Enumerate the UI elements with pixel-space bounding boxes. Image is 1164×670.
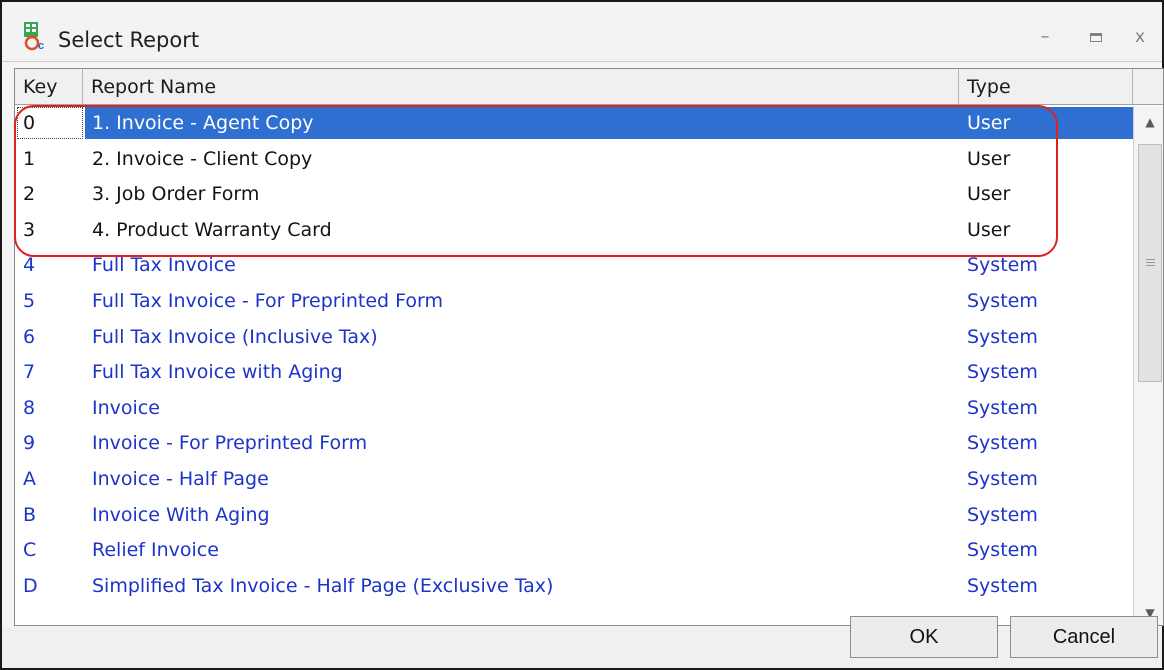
- row-key: 4: [23, 254, 36, 277]
- row-key: 6: [23, 325, 36, 348]
- row-report-name: 1. Invoice - Agent Copy: [92, 112, 314, 134]
- row-report-name: Full Tax Invoice: [92, 254, 236, 277]
- row-type: System: [967, 467, 1038, 490]
- close-button[interactable]: x: [1129, 26, 1151, 48]
- row-key: 0: [23, 112, 36, 134]
- row-key: 5: [23, 289, 36, 312]
- row-type: System: [967, 432, 1038, 455]
- row-key: 7: [23, 361, 36, 384]
- row-report-name: 4. Product Warranty Card: [92, 218, 332, 241]
- row-type: System: [967, 503, 1038, 526]
- row-report-name: Simplified Tax Invoice - Half Page (Excl…: [92, 574, 554, 597]
- row-key: 8: [23, 396, 36, 419]
- row-key: 2: [23, 183, 36, 206]
- row-key: 1: [23, 147, 36, 170]
- row-key: 3: [23, 218, 36, 241]
- table-row[interactable]: A Invoice - Half Page System: [15, 462, 1133, 498]
- table-row[interactable]: 8 Invoice System: [15, 391, 1133, 427]
- table-row[interactable]: 9 Invoice - For Preprinted Form System: [15, 426, 1133, 462]
- table-row[interactable]: 7 Full Tax Invoice with Aging System: [15, 355, 1133, 391]
- row-report-name: Invoice With Aging: [92, 503, 270, 526]
- row-type: System: [967, 539, 1038, 562]
- table-row[interactable]: C Relief Invoice System: [15, 533, 1133, 569]
- table-row[interactable]: D Simplified Tax Invoice - Half Page (Ex…: [15, 569, 1133, 605]
- row-key: C: [23, 539, 37, 562]
- row-type: User: [967, 218, 1011, 241]
- table-row[interactable]: 3 4. Product Warranty Card User: [15, 213, 1133, 249]
- row-key: 9: [23, 432, 36, 455]
- table-header: Key Report Name Type: [15, 69, 1163, 105]
- row-key: D: [23, 574, 38, 597]
- row-key: A: [23, 467, 36, 490]
- row-type: System: [967, 289, 1038, 312]
- row-type: System: [967, 574, 1038, 597]
- ok-button[interactable]: OK: [850, 616, 998, 658]
- column-header-report-name[interactable]: Report Name: [83, 69, 959, 104]
- title-bar: c Select Report – x: [2, 2, 1162, 62]
- row-type: User: [967, 147, 1011, 170]
- row-type: System: [967, 325, 1038, 348]
- row-report-name: Invoice - Half Page: [92, 467, 269, 490]
- row-type: System: [967, 254, 1038, 277]
- row-report-name: Invoice - For Preprinted Form: [92, 432, 368, 455]
- row-report-name: Full Tax Invoice - For Preprinted Form: [92, 289, 444, 312]
- select-report-dialog: c Select Report – x Key Report Name Type…: [0, 0, 1164, 670]
- svg-text:c: c: [38, 40, 44, 51]
- row-report-name: Invoice: [92, 396, 160, 419]
- row-report-name: Full Tax Invoice (Inclusive Tax): [92, 325, 378, 348]
- row-report-name: Full Tax Invoice with Aging: [92, 361, 343, 384]
- table-row[interactable]: 4 Full Tax Invoice System: [15, 248, 1133, 284]
- row-type: User: [967, 112, 1011, 134]
- window-title: Select Report: [58, 28, 200, 52]
- row-type: System: [967, 396, 1038, 419]
- table-body: 0 1. Invoice - Agent Copy User 1 2. Invo…: [15, 106, 1133, 604]
- table-row[interactable]: 5 Full Tax Invoice - For Preprinted Form…: [15, 284, 1133, 320]
- column-header-key[interactable]: Key: [15, 69, 83, 104]
- table-row[interactable]: 0 1. Invoice - Agent Copy User: [15, 106, 1133, 142]
- header-corner: [1133, 69, 1163, 104]
- table-row[interactable]: 1 2. Invoice - Client Copy User: [15, 142, 1133, 178]
- row-type: User: [967, 183, 1011, 206]
- row-report-name: 3. Job Order Form: [92, 183, 260, 206]
- row-key: B: [23, 503, 37, 526]
- arrow-up-icon[interactable]: ▲: [1134, 110, 1163, 134]
- cancel-button[interactable]: Cancel: [1010, 616, 1158, 658]
- row-report-name: Relief Invoice: [92, 539, 219, 562]
- vertical-scrollbar[interactable]: ▲ ▼: [1133, 106, 1163, 625]
- report-icon: c: [24, 22, 44, 51]
- row-report-name: 2. Invoice - Client Copy: [92, 147, 313, 170]
- scrollbar-thumb[interactable]: [1138, 144, 1162, 382]
- report-table: Key Report Name Type 0 1. Invoice - Agen…: [14, 68, 1164, 626]
- maximize-button[interactable]: [1085, 26, 1107, 48]
- minimize-button[interactable]: –: [1034, 26, 1056, 48]
- column-header-type[interactable]: Type: [959, 69, 1133, 104]
- maximize-icon: [1090, 33, 1102, 42]
- table-row[interactable]: 2 3. Job Order Form User: [15, 177, 1133, 213]
- grip-icon: [1146, 259, 1155, 266]
- table-row[interactable]: 6 Full Tax Invoice (Inclusive Tax) Syste…: [15, 320, 1133, 356]
- row-type: System: [967, 361, 1038, 384]
- table-row[interactable]: B Invoice With Aging System: [15, 498, 1133, 534]
